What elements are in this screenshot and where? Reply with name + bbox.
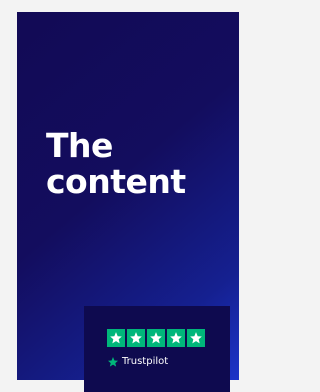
star-rating xyxy=(107,329,205,347)
trustpilot-logo: Trustpilot xyxy=(107,356,168,368)
headline-line-1: The xyxy=(46,126,113,165)
trustpilot-badge[interactable]: Trustpilot xyxy=(84,306,230,392)
page: The content Trustpilot xyxy=(0,0,249,392)
star-icon xyxy=(167,329,185,347)
headline-line-2: content xyxy=(46,162,186,201)
star-icon xyxy=(187,329,205,347)
trustpilot-star-icon xyxy=(108,357,118,367)
trustpilot-brand-text: Trustpilot xyxy=(122,356,169,367)
star-icon xyxy=(147,329,165,347)
star-icon xyxy=(127,329,145,347)
headline: The content xyxy=(46,128,186,200)
star-icon xyxy=(107,329,125,347)
